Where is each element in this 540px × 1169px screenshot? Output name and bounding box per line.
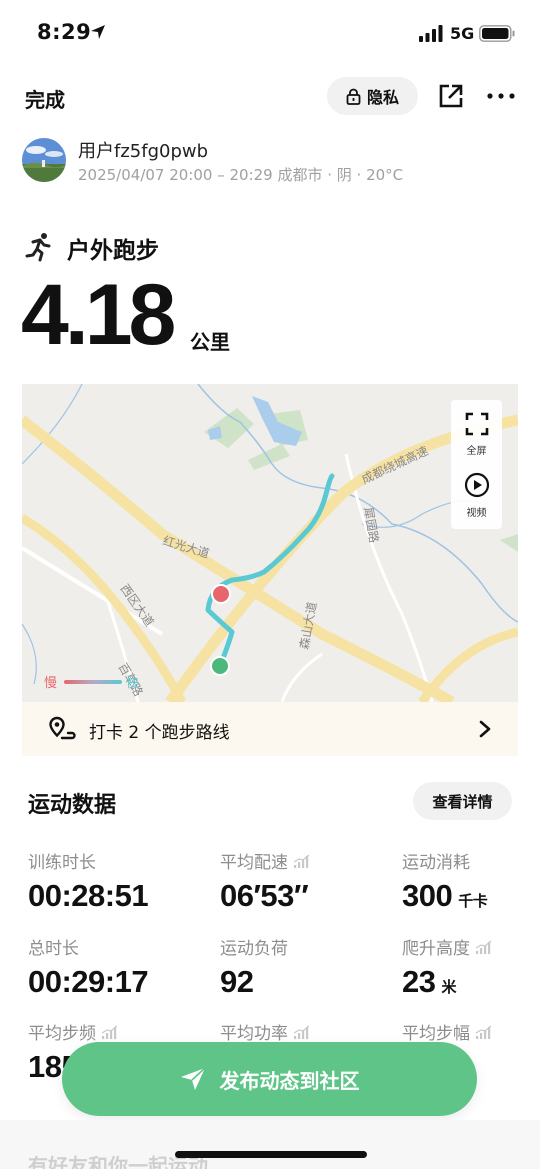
activity-type: 户外跑步	[67, 238, 159, 264]
status-time: 8:29	[37, 20, 92, 44]
send-icon	[180, 1067, 206, 1090]
video-label: 视频	[466, 508, 487, 519]
privacy-label: 隐私	[366, 88, 399, 107]
avatar[interactable]	[22, 138, 66, 182]
top-nav: 完成 隐私	[0, 72, 540, 120]
stat-label-text: 爬升高度	[402, 939, 470, 959]
stat-label: 训练时长	[28, 848, 148, 873]
distance-value: 4.18	[21, 267, 176, 363]
publish-label: 发布动态到社区	[219, 1068, 360, 1093]
map-canvas: 成都绕城高速 红光大道 犀园路 西区大道 森山大道 百草路	[22, 384, 518, 702]
running-icon	[25, 233, 51, 262]
route-pin-icon	[49, 716, 76, 740]
more-icon[interactable]	[485, 83, 517, 109]
stat-item: 平均配速 06′53″	[220, 848, 310, 913]
stat-value: 300	[402, 878, 453, 913]
view-details-button[interactable]: 查看详情	[413, 782, 512, 820]
legend-fast-label: 快	[126, 676, 139, 691]
stat-label-text: 平均功率	[220, 1024, 288, 1044]
stat-label-text: 平均配速	[220, 853, 288, 873]
stat-label: 平均步频	[28, 1019, 118, 1044]
stat-label: 平均步幅	[402, 1019, 492, 1044]
stat-item: 总时长 00:29:17	[28, 934, 149, 999]
username: 用户fz5fg0pwb	[78, 141, 209, 162]
fullscreen-label: 全屏	[466, 446, 487, 457]
mini-chart-icon[interactable]	[475, 940, 492, 954]
mini-chart-icon[interactable]	[293, 1025, 310, 1039]
privacy-button[interactable]: 隐私	[327, 77, 418, 115]
checkin-text: 打卡 2 个跑步路线	[89, 723, 230, 743]
stat-unit: 米	[441, 978, 456, 996]
stat-item: 爬升高度 23 米	[402, 934, 492, 999]
stat-label-text: 平均步幅	[402, 1024, 470, 1044]
route-start-marker	[210, 656, 230, 676]
battery-icon	[479, 25, 515, 42]
stat-value-row: 300 千卡	[402, 878, 488, 914]
signal-icon	[419, 25, 443, 42]
stat-value: 00:29:17	[28, 964, 149, 999]
home-indicator	[175, 1151, 367, 1158]
stat-value-row: 23 米	[402, 964, 492, 1000]
stat-value: 23	[402, 964, 436, 999]
mini-chart-icon[interactable]	[101, 1025, 118, 1039]
stat-label: 平均配速	[220, 848, 310, 873]
network-type: 5G	[450, 24, 475, 43]
done-button[interactable]: 完成	[25, 84, 65, 113]
distance-display: 4.18 公里	[21, 267, 230, 363]
distance-unit: 公里	[190, 330, 230, 354]
legend-slow-label: 慢	[44, 675, 57, 691]
stat-item: 运动消耗 300 千卡	[402, 848, 488, 913]
location-arrow-icon	[91, 25, 105, 39]
route-end-marker	[211, 584, 231, 604]
stat-item: 训练时长 00:28:51	[28, 848, 149, 913]
stat-item: 运动负荷 92	[220, 934, 288, 999]
fullscreen-icon	[465, 412, 488, 436]
stat-label: 运动负荷	[220, 934, 288, 959]
stat-label: 运动消耗	[402, 848, 487, 873]
stat-label: 平均功率	[220, 1019, 310, 1044]
stat-value-row: 92	[220, 964, 288, 1000]
stat-value-row: 00:28:51	[28, 878, 149, 914]
stat-value: 00:28:51	[28, 878, 149, 913]
activity-meta: 2025/04/07 20:00 – 20:29 成都市 · 阴 · 20°C	[78, 166, 404, 184]
route-map[interactable]: 成都绕城高速 红光大道 犀园路 西区大道 森山大道 百草路 全屏 视频 慢 快	[22, 384, 518, 702]
chevron-right-icon	[479, 720, 491, 738]
stat-value: 06′53″	[220, 878, 309, 913]
fullscreen-button[interactable]: 全屏	[451, 412, 502, 457]
stat-label-text: 训练时长	[28, 853, 96, 873]
publish-to-community-button[interactable]: 发布动态到社区	[62, 1042, 477, 1116]
share-icon[interactable]	[438, 83, 464, 109]
stat-unit: 千卡	[458, 892, 488, 910]
stat-value: 92	[220, 964, 254, 999]
route-checkin-bar[interactable]: 打卡 2 个跑步路线	[22, 702, 518, 756]
mini-chart-icon[interactable]	[293, 854, 310, 868]
stat-label-text: 总时长	[28, 939, 79, 959]
stat-label-text: 运动消耗	[402, 853, 470, 873]
video-button[interactable]: 视频	[451, 472, 502, 519]
lock-icon	[346, 88, 361, 105]
profile-row: 用户fz5fg0pwb 2025/04/07 20:00 – 20:29 成都市…	[22, 136, 522, 184]
mini-chart-icon[interactable]	[475, 1025, 492, 1039]
play-icon	[464, 472, 489, 498]
map-controls: 全屏 视频	[451, 400, 502, 529]
stat-label-text: 运动负荷	[220, 939, 288, 959]
stat-value-row: 00:29:17	[28, 964, 149, 1000]
stat-label-text: 平均步频	[28, 1024, 96, 1044]
stat-value-row: 06′53″	[220, 878, 310, 914]
pace-legend: 慢 快	[44, 675, 139, 691]
stats-section-title: 运动数据	[28, 793, 117, 818]
stat-label: 总时长	[28, 934, 148, 959]
stat-label: 爬升高度	[402, 934, 492, 959]
status-bar: 8:29 5G	[0, 0, 540, 68]
